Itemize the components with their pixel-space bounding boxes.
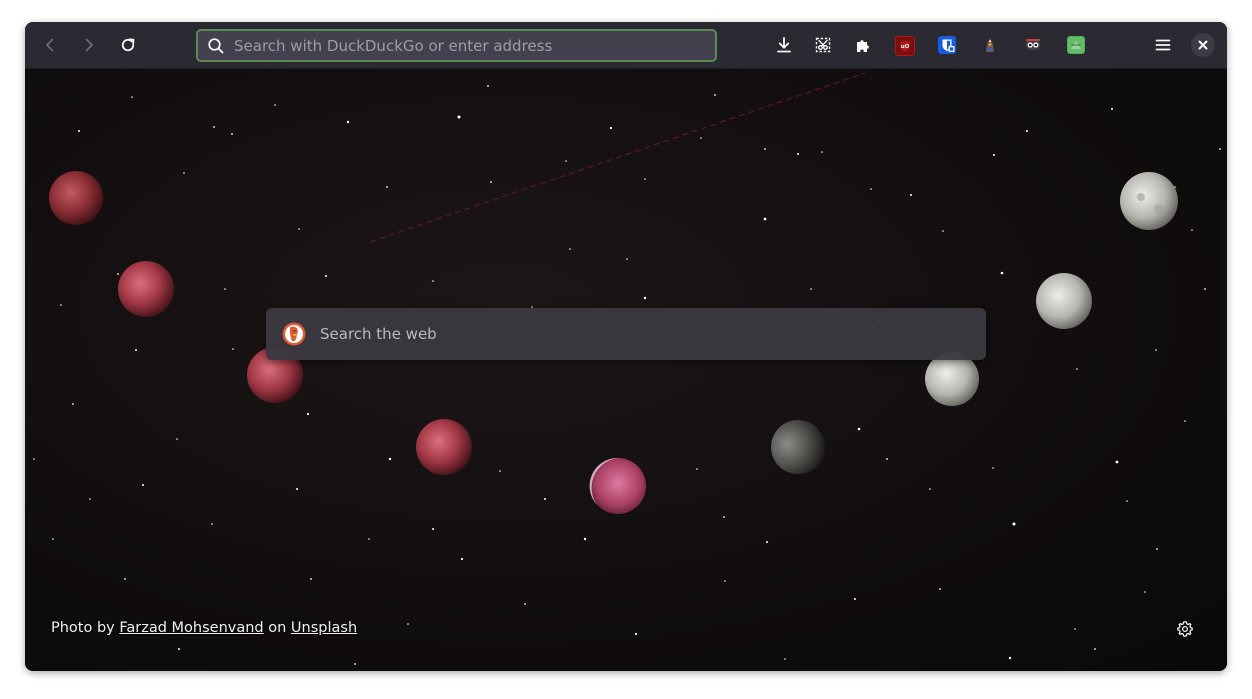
tampermonkey-icon[interactable] bbox=[1024, 36, 1042, 54]
extensions-icon bbox=[857, 40, 869, 52]
photo-credit: Photo by Farzad Mohsenvand on Unsplash bbox=[51, 620, 357, 636]
chevron-right-icon bbox=[85, 38, 93, 52]
svg-text:uO: uO bbox=[901, 44, 910, 50]
address-bar[interactable] bbox=[196, 29, 717, 62]
bitwarden-icon[interactable] bbox=[938, 36, 956, 54]
navigation-toolbar: uO bbox=[25, 22, 1227, 69]
web-search-input[interactable] bbox=[318, 318, 986, 350]
new-tab-page: Photo by Farzad Mohsenvand on Unsplash bbox=[25, 69, 1227, 671]
duckduckgo-icon bbox=[282, 322, 306, 346]
menu-button[interactable] bbox=[1148, 30, 1178, 60]
forward-button[interactable] bbox=[74, 30, 104, 60]
screenshot-button[interactable] bbox=[808, 30, 838, 60]
close-button[interactable] bbox=[1191, 33, 1215, 57]
back-button[interactable] bbox=[35, 30, 65, 60]
download-icon bbox=[777, 37, 791, 53]
wallpaper-image bbox=[33, 72, 1221, 665]
credit-middle: on bbox=[268, 620, 287, 636]
credit-author-link[interactable]: Farzad Mohsenvand bbox=[119, 620, 263, 636]
menu-icon bbox=[1155, 39, 1171, 51]
reload-icon bbox=[121, 38, 135, 52]
green-extension-icon[interactable] bbox=[1067, 36, 1085, 54]
web-search-box[interactable] bbox=[266, 308, 986, 360]
browser-window: uO bbox=[25, 22, 1227, 671]
extensions-button[interactable] bbox=[848, 30, 878, 60]
privacy-badger-icon[interactable] bbox=[981, 36, 999, 54]
credit-site-link[interactable]: Unsplash bbox=[291, 620, 357, 636]
address-input[interactable] bbox=[234, 32, 715, 59]
search-icon bbox=[198, 31, 234, 60]
ublock-origin-icon[interactable]: uO bbox=[895, 36, 915, 56]
downloads-button[interactable] bbox=[769, 30, 799, 60]
screenshot-icon bbox=[815, 37, 831, 53]
close-icon bbox=[1198, 40, 1208, 50]
gear-icon bbox=[1177, 621, 1193, 637]
chevron-left-icon bbox=[46, 38, 54, 52]
settings-button[interactable] bbox=[1175, 619, 1195, 639]
reload-button[interactable] bbox=[113, 30, 143, 60]
credit-prefix: Photo by bbox=[51, 620, 115, 636]
